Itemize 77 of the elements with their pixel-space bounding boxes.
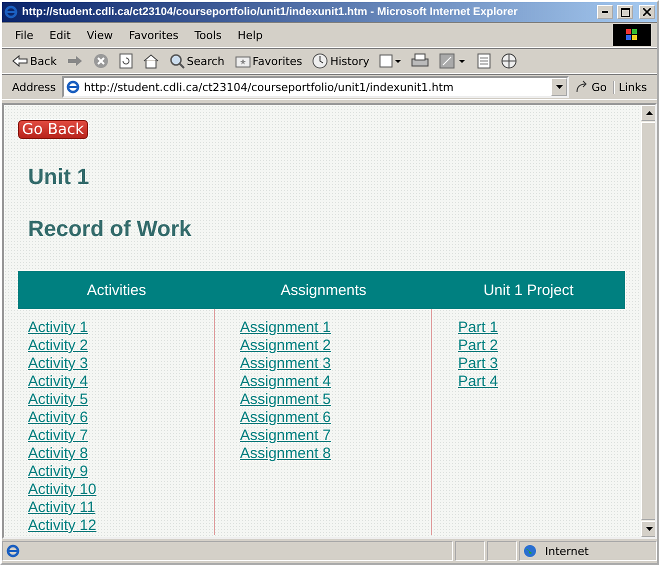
document-icon (477, 53, 492, 69)
status-panel (487, 541, 517, 561)
page-icon (66, 80, 80, 94)
down-arrow-icon (646, 527, 653, 531)
link[interactable]: Assignment 8 (240, 445, 331, 463)
link[interactable]: Activity 4 (28, 373, 88, 391)
link[interactable]: Part 4 (458, 373, 498, 391)
favorites-button[interactable]: Favorites (230, 52, 306, 70)
link[interactable]: Activity 6 (28, 409, 88, 427)
link[interactable]: Activity 7 (28, 427, 88, 445)
status-panel (455, 541, 485, 561)
column-header: Assignments (215, 271, 432, 309)
globe-icon (501, 53, 518, 69)
scrollbar[interactable] (641, 105, 655, 537)
stop-icon (92, 53, 109, 69)
link[interactable]: Assignment 7 (240, 427, 331, 445)
link[interactable]: Activity 2 (28, 337, 88, 355)
column-header: Activities (18, 271, 215, 309)
dropdown-button[interactable] (551, 78, 568, 96)
menu-item[interactable]: Help (230, 26, 270, 44)
history-button[interactable]: History (308, 51, 374, 71)
page-icon (6, 544, 20, 558)
link[interactable]: Part 2 (458, 337, 498, 355)
link[interactable]: Activity 10 (28, 481, 96, 499)
minimize-icon (602, 11, 608, 13)
link[interactable]: Activity 12 (28, 517, 96, 535)
links-button[interactable]: Links (612, 80, 651, 94)
search-icon (168, 53, 185, 69)
link[interactable]: Part 3 (458, 355, 498, 373)
globe-icon (523, 544, 537, 558)
go-arrow-icon (575, 80, 590, 94)
menu-item[interactable]: Tools (188, 26, 229, 44)
window-title: http://student.cdli.ca/ct23104/courseportfolio/unit1/indexunit1.htm - Microsoft Internet Explorer (22, 6, 519, 18)
mail-icon (379, 53, 402, 69)
link[interactable]: Activity 9 (28, 463, 88, 481)
link[interactable]: Activity 11 (28, 499, 96, 517)
edit-icon (439, 53, 468, 69)
caret-icon (556, 85, 563, 89)
link[interactable]: Activity 8 (28, 445, 88, 463)
link[interactable]: Assignment 4 (240, 373, 331, 391)
home-icon (142, 53, 159, 69)
link[interactable]: Assignment 6 (240, 409, 331, 427)
link[interactable]: Activity 5 (28, 391, 88, 409)
menu-item[interactable]: View (80, 26, 120, 44)
windows-logo-icon (613, 24, 651, 46)
maximize-button[interactable] (617, 5, 633, 19)
printer-icon (411, 53, 430, 69)
link[interactable]: Assignment 3 (240, 355, 331, 373)
search-button[interactable]: Search (164, 51, 229, 71)
refresh-icon (118, 53, 133, 69)
menu-item[interactable]: File (8, 26, 40, 44)
address-label: Address (11, 80, 57, 94)
link[interactable]: Activity 3 (28, 355, 88, 373)
maximize-icon (620, 8, 630, 16)
close-icon (643, 8, 651, 16)
link[interactable]: Assignment 2 (240, 337, 331, 355)
address-field[interactable]: http://student.cdli.ca/ct23104/courseportfolio/unit1/indexunit1.htm (62, 76, 570, 98)
link[interactable]: Assignment 5 (240, 391, 331, 409)
menu-item[interactable]: Edit (42, 26, 78, 44)
link[interactable]: Activity 1 (28, 319, 88, 337)
link[interactable]: Part 1 (458, 319, 498, 337)
go-button[interactable]: Go (571, 78, 611, 96)
link[interactable]: Assignment 1 (240, 319, 331, 337)
forward-arrow-icon (66, 54, 83, 68)
minimize-button[interactable] (597, 5, 613, 19)
column-header: Unit 1 Project (432, 271, 625, 309)
security-zone: Internet (544, 544, 590, 558)
clock-icon (312, 53, 328, 69)
page-heading: Unit 1 (28, 163, 90, 191)
back-button[interactable]: Back (8, 52, 61, 70)
back-arrow-icon (12, 54, 28, 68)
ie-logo-icon (4, 5, 18, 19)
up-arrow-icon (646, 111, 653, 115)
go-back-button[interactable]: Go Back (18, 120, 88, 139)
page-heading: Record of Work (28, 215, 192, 243)
menu-item[interactable]: Favorites (122, 26, 186, 44)
close-button[interactable] (639, 5, 655, 19)
